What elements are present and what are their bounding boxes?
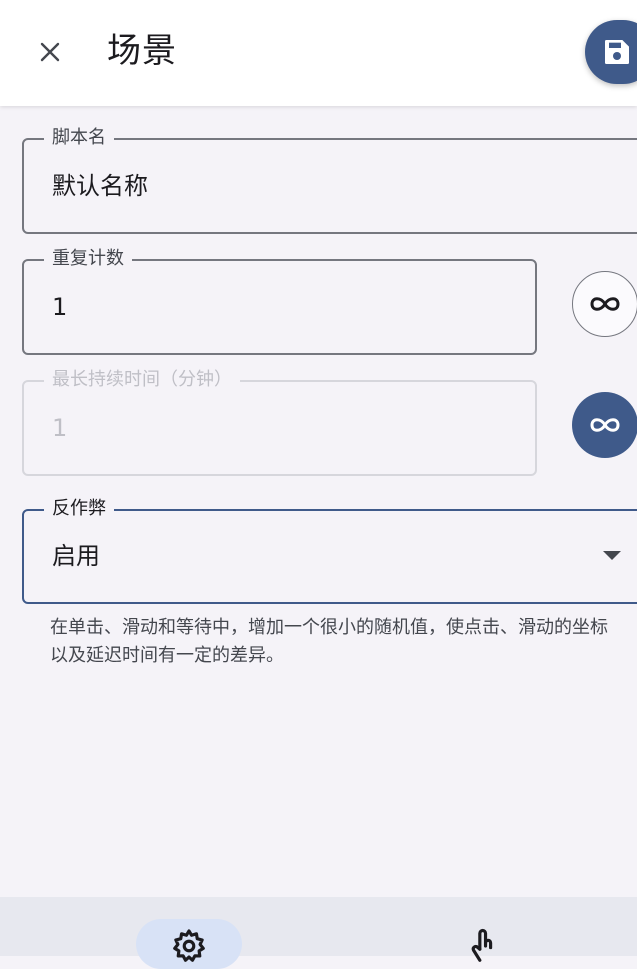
infinity-icon xyxy=(590,297,620,311)
repeat-count-field[interactable]: 重复计数 1 xyxy=(22,247,537,355)
anti-cheat-dropdown[interactable]: 反作弊 启用 xyxy=(22,497,637,604)
anti-cheat-label: 反作弊 xyxy=(44,497,114,521)
repeat-count-value: 1 xyxy=(52,293,68,321)
nav-item-settings[interactable] xyxy=(136,919,242,969)
bottom-navigation xyxy=(0,897,637,969)
dropdown-arrow-icon xyxy=(603,551,621,560)
anti-cheat-selected: 启用 xyxy=(52,542,100,570)
close-icon xyxy=(40,42,60,62)
max-duration-value: 1 xyxy=(52,414,68,442)
infinity-icon xyxy=(590,418,620,432)
nav-item-touch[interactable] xyxy=(430,919,536,962)
touch-icon xyxy=(471,928,493,962)
duration-infinite-toggle[interactable] xyxy=(572,392,637,458)
top-app-bar: 场景 xyxy=(0,0,637,106)
page-title: 场景 xyxy=(107,31,177,71)
max-duration-field: 最长持续时间（分钟） 1 xyxy=(22,368,537,476)
script-name-label: 脚本名 xyxy=(44,126,114,150)
save-button[interactable] xyxy=(585,20,637,84)
repeat-infinite-toggle[interactable] xyxy=(572,271,637,337)
script-name-value: 默认名称 xyxy=(52,172,148,200)
save-icon xyxy=(605,40,629,64)
script-name-field[interactable]: 脚本名 默认名称 xyxy=(22,126,637,234)
max-duration-label: 最长持续时间（分钟） xyxy=(44,368,240,392)
repeat-count-label: 重复计数 xyxy=(44,247,132,271)
anti-cheat-help-text: 在单击、滑动和等待中，增加一个很小的随机值，使点击、滑动的坐标以及延迟时间有一定… xyxy=(50,617,608,666)
close-button[interactable] xyxy=(26,28,74,76)
settings-icon xyxy=(173,929,205,962)
